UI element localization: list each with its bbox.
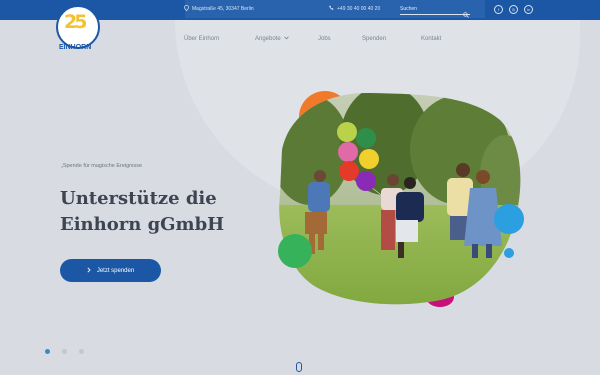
- hero-headline: Unterstütze die Einhorn gGmbH: [60, 186, 224, 238]
- donate-button[interactable]: Jetzt spenden: [60, 259, 161, 282]
- decor-green-blob: [278, 234, 312, 268]
- hero-headline-line-2: Einhorn gGmbH: [60, 214, 225, 235]
- slider-dot-2[interactable]: [62, 349, 67, 354]
- donate-button-label: Jetzt spenden: [96, 267, 135, 274]
- slider-dot-1[interactable]: [45, 349, 50, 354]
- hero-kicker: „Spende für magische Ereignisse: [61, 163, 143, 169]
- slider-pagination: [45, 349, 84, 354]
- slider-dot-3[interactable]: [79, 349, 84, 354]
- decor-cyan-blob: [494, 204, 524, 234]
- chevron-right-icon: [87, 266, 91, 275]
- scroll-down-icon[interactable]: [296, 362, 302, 372]
- decor-small-cyan-dot: [504, 248, 514, 258]
- hero-headline-line-1: Unterstütze die: [60, 188, 217, 209]
- children-playing-photo: [279, 92, 521, 305]
